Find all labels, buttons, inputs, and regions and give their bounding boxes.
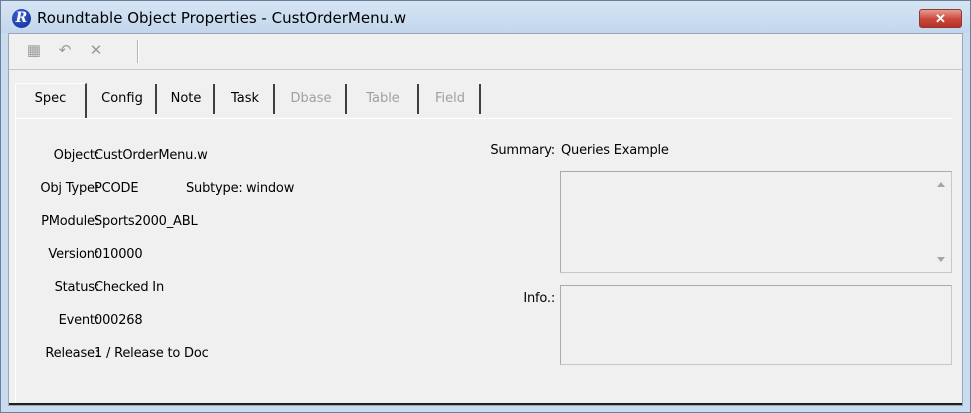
toolbar-separator — [137, 40, 139, 63]
tab-field[interactable]: Field — [421, 84, 481, 114]
save-icon[interactable]: ▦ — [24, 41, 44, 61]
subtype-value: window — [246, 181, 295, 196]
panel-bottom-edge — [9, 403, 962, 405]
tab-config[interactable]: Config — [89, 84, 157, 114]
subtype-label: Subtype: — [186, 181, 243, 196]
objtype-label: Obj Type: — [40, 181, 99, 196]
close-button[interactable]: ✕ — [919, 9, 962, 28]
pmodule-value: Sports2000_ABL — [94, 214, 198, 229]
tab-note[interactable]: Note — [159, 84, 215, 114]
tab-spec[interactable]: Spec — [15, 83, 87, 118]
object-value: CustOrderMenu.w — [94, 148, 208, 163]
client-area: ▦ ↶ ✕ Spec Config Note Task Dbase Table … — [8, 33, 963, 406]
delete-icon[interactable]: ✕ — [86, 41, 106, 61]
event-value: 000268 — [94, 313, 143, 328]
scroll-down-icon[interactable] — [937, 257, 945, 262]
object-label: Object: — [53, 148, 100, 163]
info-textarea[interactable] — [560, 285, 952, 365]
scroll-up-icon[interactable] — [937, 182, 945, 187]
release-label: Release: — [45, 346, 99, 361]
tab-table[interactable]: Table — [349, 84, 419, 114]
event-label: Event: — [58, 313, 100, 328]
title-bar[interactable]: R Roundtable Object Properties - CustOrd… — [1, 1, 970, 33]
objtype-value: PCODE — [94, 181, 139, 196]
info-label: Info.: — [523, 291, 555, 306]
tab-dbase[interactable]: Dbase — [277, 84, 347, 114]
tab-task[interactable]: Task — [217, 84, 275, 114]
version-value: 010000 — [94, 247, 143, 262]
version-label: Version: — [48, 247, 99, 262]
toolbar: ▦ ↶ ✕ — [9, 34, 962, 69]
spec-page: Object: CustOrderMenu.w Obj Type: PCODE … — [15, 118, 953, 403]
pmodule-label: PModule: — [41, 214, 99, 229]
toolbar-divider — [9, 69, 962, 70]
summary-label: Summary: — [490, 143, 555, 158]
release-value: 1 / Release to Doc — [94, 346, 209, 361]
status-label: Status: — [54, 280, 100, 295]
summary-textarea[interactable] — [560, 171, 952, 273]
roundtable-logo-icon: R — [12, 9, 31, 28]
status-value: Checked In — [94, 280, 164, 295]
properties-window: R Roundtable Object Properties - CustOrd… — [0, 0, 971, 413]
undo-icon[interactable]: ↶ — [55, 41, 75, 61]
summary-value: Queries Example — [561, 143, 669, 158]
window-title: Roundtable Object Properties - CustOrder… — [37, 9, 407, 27]
